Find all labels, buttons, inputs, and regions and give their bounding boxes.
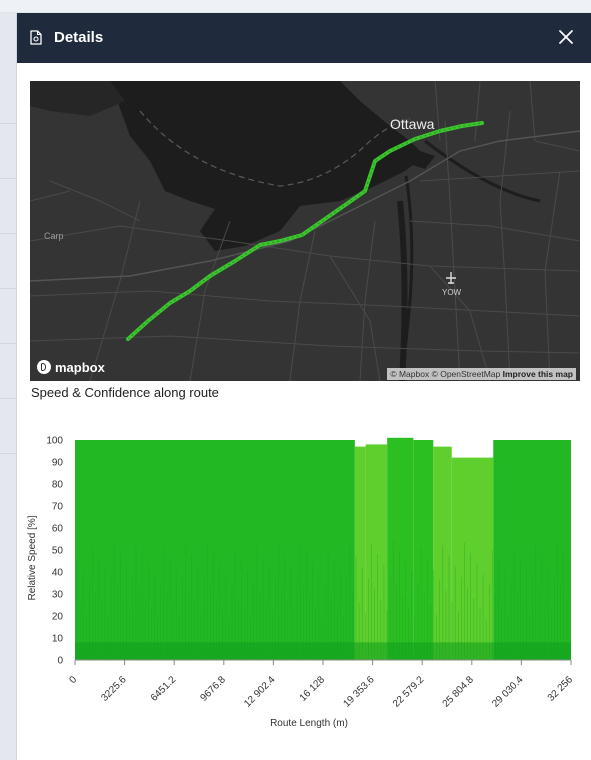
x-tick-label: 3225.6 [99, 674, 129, 704]
y-tick-label: 50 [52, 546, 64, 557]
speed-segment [354, 446, 366, 660]
x-axis-label: Route Length (m) [270, 718, 348, 729]
x-tick-label: 19 353.6 [341, 674, 377, 710]
x-tick-label: 16 128 [298, 674, 328, 704]
x-tick-label: 6451.2 [149, 674, 179, 704]
x-tick-label: 9676.8 [199, 674, 229, 704]
map-attribution: © Mapbox © OpenStreetMap Improve this ma… [387, 368, 576, 380]
panel-title: Details [54, 29, 104, 46]
place-label-carp: Carp [44, 231, 64, 241]
y-axis-label: Relative Speed [%] [27, 515, 38, 600]
x-tick-label: 25 804.8 [441, 674, 477, 710]
city-label: Ottawa [390, 116, 435, 132]
low-band [75, 642, 571, 660]
section-title: Speed & Confidence along route [31, 385, 219, 400]
attribution-osm[interactable]: © OpenStreetMap [432, 369, 501, 379]
y-tick-label: 70 [52, 502, 64, 513]
speed-segment [451, 457, 494, 660]
route-map[interactable]: Ottawa Carp YOW mapbox © Mapbox © OpenSt… [30, 81, 580, 381]
x-tick-label: 32 256 [546, 674, 576, 704]
improve-map-link[interactable]: Improve this map [503, 369, 573, 379]
background-topbar [0, 0, 591, 13]
background-list [0, 13, 17, 760]
y-tick-label: 10 [52, 634, 64, 645]
x-tick-label: 12 902.4 [242, 674, 278, 710]
y-tick-label: 40 [52, 568, 64, 579]
y-tick-label: 80 [52, 480, 64, 491]
panel-header: Details [17, 13, 591, 63]
details-panel: Details Ottawa Carp YOW mapbox © Mapbox … [17, 13, 591, 760]
document-icon [30, 30, 42, 45]
y-tick-label: 90 [52, 458, 64, 469]
y-tick-label: 60 [52, 524, 64, 535]
x-tick-label: 0 [67, 674, 79, 686]
y-tick-label: 20 [52, 612, 64, 623]
speed-segment [387, 437, 414, 660]
x-tick-label: 29 030.4 [490, 674, 526, 710]
airport-label: YOW [442, 288, 462, 297]
mapbox-logo-text: mapbox [55, 359, 105, 375]
attribution-mapbox[interactable]: © Mapbox [390, 369, 429, 379]
speed-confidence-chart[interactable]: 0 10 20 30 40 50 60 70 80 90 100 0 3225.6 6451.2 9676.… [17, 418, 591, 748]
x-tick-label: 22 579.2 [391, 674, 427, 710]
y-tick-label: 100 [46, 436, 63, 447]
mapbox-logo-icon [37, 360, 51, 374]
mapbox-logo[interactable]: mapbox [37, 359, 105, 375]
close-icon[interactable] [557, 28, 575, 46]
y-tick-label: 30 [52, 590, 64, 601]
y-tick-label: 0 [57, 656, 63, 667]
